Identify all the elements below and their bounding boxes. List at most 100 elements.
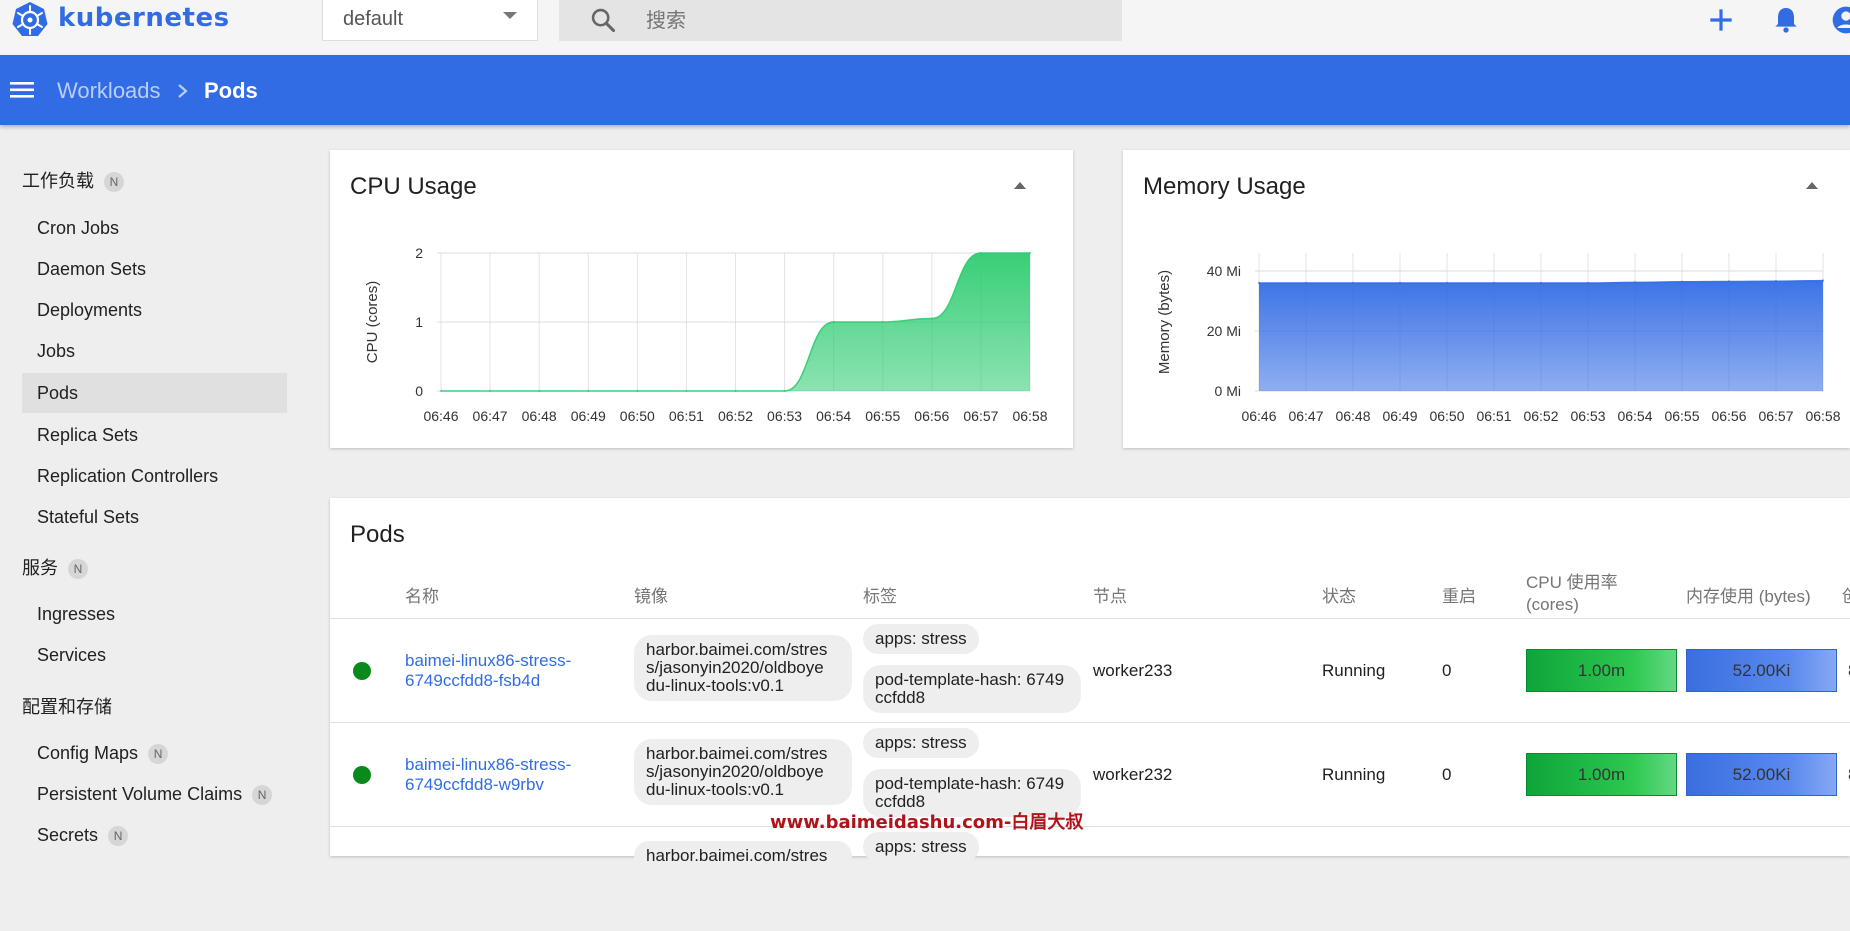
sidebar-item-daemon-sets[interactable]: Daemon Sets xyxy=(22,249,287,289)
series-area xyxy=(1259,280,1823,391)
sidebar-item-stateful-sets[interactable]: Stateful Sets xyxy=(22,497,287,537)
data-point xyxy=(439,389,443,393)
namespaced-badge: N xyxy=(252,785,273,806)
label-chip: pod-template-hash: 6749 ccfdd8 xyxy=(863,665,1081,713)
column-header-cpu-line2: (cores) xyxy=(1526,595,1579,614)
column-header-created[interactable]: 创 xyxy=(1842,582,1850,607)
cpu-usage-chart: 0 1 2 06:46 06:47 06:48 06:49 06:50 06:51 06:52 06… xyxy=(364,245,1048,424)
x-tick-label: 06:53 xyxy=(1570,408,1605,424)
breadcrumb-workloads-link[interactable]: Workloads xyxy=(57,78,161,104)
nav-category-services[interactable]: 服务 N xyxy=(22,554,88,580)
sidebar-item-secrets[interactable]: Secrets N xyxy=(22,815,287,855)
sidebar-item-deployments[interactable]: Deployments xyxy=(22,290,287,330)
table-row[interactable]: harbor.baimei.com/stres apps: stress xyxy=(330,826,1850,931)
sidebar-item-persistent-volume-claims[interactable]: Persistent Volume Claims N xyxy=(22,774,287,814)
x-tick-label: 06:54 xyxy=(1617,408,1652,424)
sidebar-item-ingresses[interactable]: Ingresses xyxy=(22,594,287,634)
status-running-icon xyxy=(353,766,371,784)
brand-title[interactable]: kubernetes xyxy=(58,3,230,33)
data-point xyxy=(587,389,590,393)
data-point xyxy=(1445,281,1449,285)
column-header-cpu-line1: CPU 使用率 xyxy=(1526,573,1618,592)
pod-name-line: 6749ccfdd8-w9rbv xyxy=(405,775,544,794)
pod-name-link[interactable]: baimei-linux86-stress- 6749ccfdd8-fsb4d xyxy=(405,651,585,691)
y-axis-label: CPU (cores) xyxy=(364,281,381,364)
x-tick-label: 06:46 xyxy=(423,408,458,424)
data-point xyxy=(1774,280,1778,283)
column-header-cpu: CPU 使用率 (cores) xyxy=(1526,572,1618,616)
sidebar-item-label: Deployments xyxy=(37,300,143,320)
sidebar-item-label: Config Maps xyxy=(37,743,139,763)
image-line: du-linux-tools:v0.1 xyxy=(646,780,784,799)
data-point xyxy=(1304,281,1308,285)
column-header-labels: 标签 xyxy=(863,587,897,606)
sidebar-item-jobs[interactable]: Jobs xyxy=(22,331,287,371)
x-tick-label: 06:49 xyxy=(1382,408,1417,424)
data-point xyxy=(1680,280,1684,283)
status-cell: Running xyxy=(1322,661,1386,680)
data-point xyxy=(537,389,541,393)
sidebar-item-cron-jobs[interactable]: Cron Jobs xyxy=(22,208,287,248)
column-header-node[interactable]: 节点 xyxy=(1093,582,1127,607)
data-point xyxy=(1821,279,1825,282)
column-header-restarts[interactable]: 重启 xyxy=(1442,582,1476,607)
table-row[interactable]: baimei-linux86-stress- 6749ccfdd8-fsb4d … xyxy=(330,618,1850,723)
search-input[interactable] xyxy=(644,4,1108,38)
sidebar-item-replication-controllers[interactable]: Replication Controllers xyxy=(22,456,287,496)
search-bar[interactable] xyxy=(559,0,1122,41)
label-chip: apps: stress xyxy=(863,728,979,758)
image-line: harbor.baimei.com/stres xyxy=(646,744,828,763)
nav-category-label: 工作负载 xyxy=(22,171,94,191)
image-chip: harbor.baimei.com/stres s/jasonyin2020/o… xyxy=(634,739,852,805)
sidebar-item-services[interactable]: Services xyxy=(22,635,287,675)
data-point xyxy=(930,317,934,320)
hamburger-menu-icon[interactable] xyxy=(10,79,34,101)
data-point xyxy=(881,320,884,324)
column-header-status[interactable]: 状态 xyxy=(1322,582,1356,607)
create-add-icon[interactable] xyxy=(1705,4,1737,36)
sidebar-item-pods[interactable]: Pods xyxy=(22,373,287,413)
x-tick-label: 06:51 xyxy=(1476,408,1511,424)
y-axis-label: Memory (bytes) xyxy=(1156,270,1173,374)
column-header-name[interactable]: 名称 xyxy=(405,582,439,607)
label-chip: apps: stress xyxy=(863,624,979,654)
namespaced-badge: N xyxy=(108,826,129,847)
y-tick-label: 2 xyxy=(415,245,423,261)
y-tick-label: 0 xyxy=(415,383,423,399)
restarts-cell: 0 xyxy=(1442,765,1452,784)
nav-category-workloads[interactable]: 工作负载 N xyxy=(22,167,124,193)
account-avatar-icon[interactable] xyxy=(1830,4,1850,36)
memory-sparkline: 52.00Ki xyxy=(1686,649,1837,692)
column-header-image: 镜像 xyxy=(634,587,668,606)
table-row[interactable]: baimei-linux86-stress- 6749ccfdd8-w9rbv … xyxy=(330,722,1850,827)
sidebar-item-config-maps[interactable]: Config Maps N xyxy=(22,733,287,773)
label-line: pod-template-hash: 6749 xyxy=(875,670,1065,689)
x-tick-label: 06:58 xyxy=(1805,408,1840,424)
y-tick-label: 0 Mi xyxy=(1215,383,1241,399)
top-toolbar: kubernetes default xyxy=(0,0,1850,55)
x-tick-label: 06:47 xyxy=(473,408,508,424)
kubernetes-logo-icon[interactable] xyxy=(10,0,50,40)
x-tick-label: 06:51 xyxy=(669,408,704,424)
x-tick-label: 06:57 xyxy=(1758,408,1793,424)
namespaced-badge: N xyxy=(68,559,88,580)
pod-name-link[interactable]: baimei-linux86-stress- 6749ccfdd8-w9rbv xyxy=(405,755,585,795)
data-point xyxy=(1398,281,1402,285)
data-point xyxy=(1727,280,1731,283)
y-tick-label: 1 xyxy=(415,314,423,330)
pod-name-line: 6749ccfdd8-fsb4d xyxy=(405,671,541,690)
nav-category-label: 服务 xyxy=(22,558,58,578)
data-point xyxy=(1633,281,1637,284)
x-tick-label: 06:56 xyxy=(1711,408,1746,424)
memory-sparkline: 52.00Ki xyxy=(1686,753,1837,796)
notifications-bell-icon[interactable] xyxy=(1770,4,1802,36)
x-tick-label: 06:50 xyxy=(620,408,655,424)
sidebar-item-replica-sets[interactable]: Replica Sets xyxy=(22,415,287,455)
namespace-select[interactable]: default xyxy=(322,0,538,41)
label-line: pod-template-hash: 6749 xyxy=(875,774,1065,793)
label-chip: apps: stress xyxy=(863,832,979,862)
image-line: s/jasonyin2020/oldboye xyxy=(646,762,824,781)
node-cell: worker232 xyxy=(1093,765,1173,784)
nav-category-config-storage[interactable]: 配置和存储 xyxy=(22,693,112,719)
x-tick-label: 06:56 xyxy=(914,408,949,424)
